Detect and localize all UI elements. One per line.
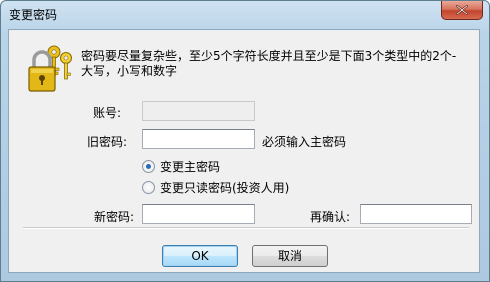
- close-icon: [456, 5, 468, 15]
- dialog-title: 变更密码: [9, 8, 58, 22]
- confirm-password-input[interactable]: [360, 204, 472, 224]
- close-button[interactable]: [441, 1, 483, 20]
- account-label: 账号:: [93, 106, 122, 120]
- radio-button-unchecked[interactable]: [142, 180, 155, 194]
- change-password-dialog: 变更密码 密码要尽量复杂些，至少5个字符长度并且至少是下面3个类型中的2个-大写…: [0, 0, 490, 282]
- separator-line: [23, 227, 469, 229]
- title-bar[interactable]: 变更密码: [1, 1, 489, 27]
- account-field: [142, 101, 255, 121]
- cancel-button[interactable]: 取消: [252, 245, 328, 267]
- new-password-label: 新密码:: [94, 210, 135, 224]
- radio-change-readonly-password[interactable]: 变更只读密码(投资人用): [142, 179, 289, 195]
- ok-button[interactable]: OK: [162, 245, 238, 267]
- new-password-input[interactable]: [142, 204, 255, 224]
- radio-button-checked[interactable]: [142, 159, 155, 173]
- lock-and-keys-icon: [28, 45, 72, 92]
- old-password-label: 旧密码:: [87, 135, 128, 149]
- radio-label-master: 变更主密码: [160, 159, 221, 174]
- password-requirements-text: 密码要尽量复杂些，至少5个字符长度并且至少是下面3个类型中的2个-大写，小写和数…: [81, 49, 457, 78]
- old-password-hint: 必须输入主密码: [262, 135, 347, 149]
- old-password-input[interactable]: [142, 129, 255, 149]
- radio-change-master-password[interactable]: 变更主密码: [142, 158, 220, 174]
- radio-label-readonly: 变更只读密码(投资人用): [160, 180, 290, 195]
- confirm-password-label: 再确认:: [310, 210, 351, 224]
- dialog-body: 密码要尽量复杂些，至少5个字符长度并且至少是下面3个类型中的2个-大写，小写和数…: [8, 29, 480, 273]
